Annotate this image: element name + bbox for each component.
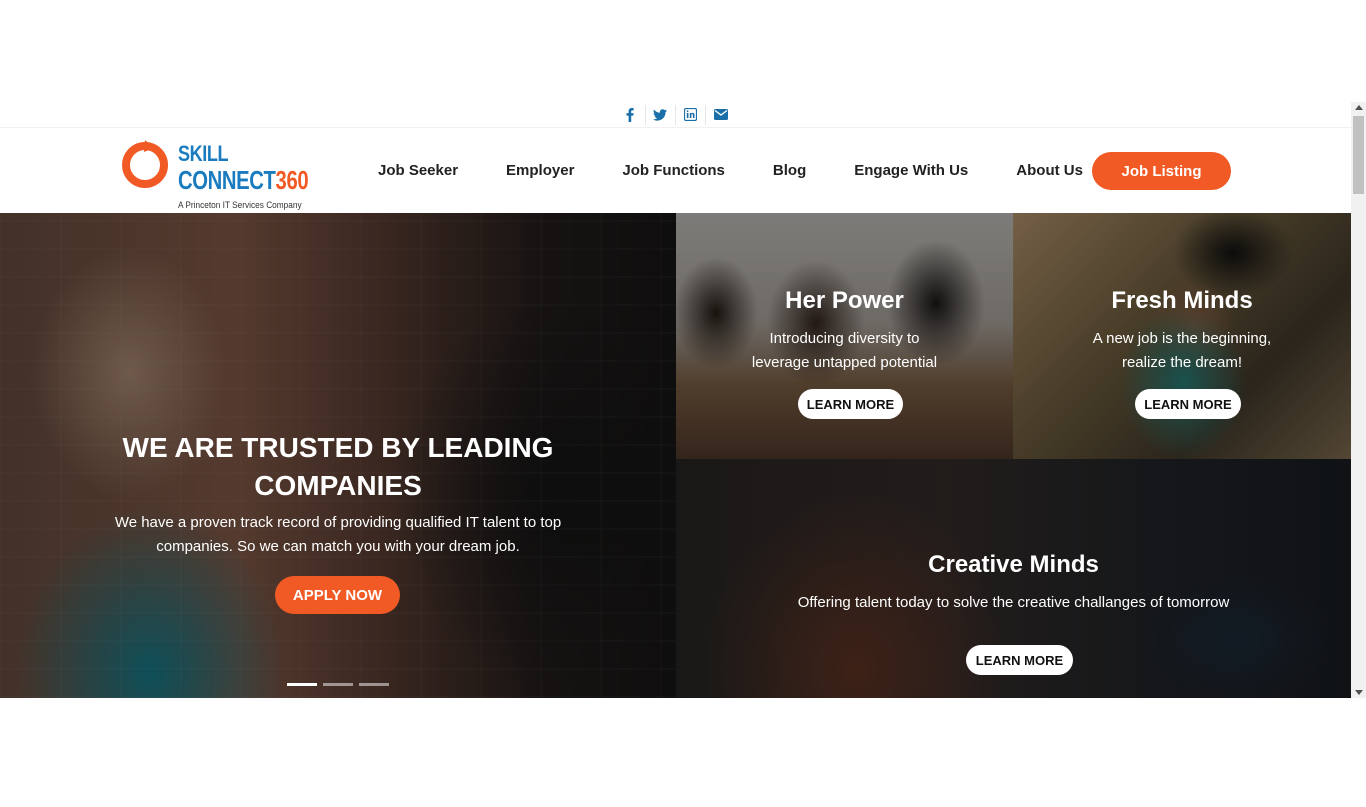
- creative-minds-learn-more-button[interactable]: LEARN MORE: [966, 645, 1073, 675]
- brand-tagline: A Princeton IT Services Company: [178, 200, 302, 210]
- twitter-icon[interactable]: [646, 104, 676, 125]
- facebook-icon[interactable]: [616, 104, 646, 125]
- brand-line2: CONNECT360: [178, 165, 309, 195]
- tile-fresh-minds: Fresh Minds A new job is the beginning, …: [1013, 213, 1351, 459]
- logo-swirl-icon: [122, 140, 168, 188]
- brand-line2-text: CONNECT: [178, 165, 276, 195]
- fresh-minds-desc-line2: realize the dream!: [1121, 354, 1243, 371]
- her-power-learn-more-button[interactable]: LEARN MORE: [798, 389, 903, 419]
- slider-dot-3[interactable]: [359, 683, 389, 686]
- creative-minds-desc: Offering talent today to solve the creat…: [797, 594, 1230, 611]
- site-logo[interactable]: SKILL CONNECT360 A Princeton IT Services…: [118, 132, 313, 210]
- her-power-desc-line2: leverage untapped potential: [751, 354, 938, 371]
- scroll-down-arrow-icon[interactable]: [1355, 690, 1363, 695]
- her-power-title: Her Power: [785, 287, 904, 314]
- brand-line2-number: 360: [275, 165, 309, 195]
- nav-item-job-functions[interactable]: Job Functions: [622, 162, 725, 179]
- linkedin-icon[interactable]: [676, 104, 706, 125]
- slider-indicators: [287, 683, 389, 686]
- main-nav: Job Seeker Employer Job Functions Blog E…: [378, 128, 1083, 213]
- brand-line1: SKILL: [178, 141, 229, 166]
- hero-description: We have a proven track record of providi…: [114, 514, 562, 555]
- page-scrollbar[interactable]: [1351, 102, 1366, 698]
- apply-now-button[interactable]: APPLY NOW: [275, 576, 400, 614]
- hero-title-line2: COMPANIES: [254, 470, 422, 501]
- hero-slider: WE ARE TRUSTED BY LEADING COMPANIES We h…: [0, 213, 676, 698]
- email-icon[interactable]: [706, 105, 736, 125]
- her-power-desc-line1: Introducing diversity to: [769, 330, 920, 347]
- fresh-minds-desc-line1: A new job is the beginning,: [1092, 330, 1272, 347]
- job-listing-button[interactable]: Job Listing: [1092, 152, 1231, 190]
- slider-dot-1[interactable]: [287, 683, 317, 686]
- nav-item-about-us[interactable]: About Us: [1016, 162, 1083, 179]
- creative-minds-title: Creative Minds: [928, 551, 1099, 578]
- scroll-up-arrow-icon[interactable]: [1355, 105, 1363, 110]
- nav-item-blog[interactable]: Blog: [773, 162, 806, 179]
- social-bar: [0, 102, 1351, 128]
- browser-viewport: SKILL CONNECT360 A Princeton IT Services…: [0, 102, 1351, 698]
- slider-dot-2[interactable]: [323, 683, 353, 686]
- fresh-minds-learn-more-button[interactable]: LEARN MORE: [1135, 389, 1241, 419]
- hero-title-line1: WE ARE TRUSTED BY LEADING: [122, 432, 554, 463]
- nav-item-engage-with-us[interactable]: Engage With Us: [854, 162, 968, 179]
- tile-creative-minds: Creative Minds Offering talent today to …: [676, 459, 1351, 698]
- fresh-minds-title: Fresh Minds: [1111, 287, 1253, 314]
- hero-title: WE ARE TRUSTED BY LEADING COMPANIES: [0, 429, 676, 505]
- scrollbar-thumb[interactable]: [1353, 116, 1364, 194]
- tile-her-power: Her Power Introducing diversity to lever…: [676, 213, 1013, 459]
- site-header: SKILL CONNECT360 A Princeton IT Services…: [0, 128, 1351, 213]
- nav-item-job-seeker[interactable]: Job Seeker: [378, 162, 458, 179]
- nav-item-employer[interactable]: Employer: [506, 162, 574, 179]
